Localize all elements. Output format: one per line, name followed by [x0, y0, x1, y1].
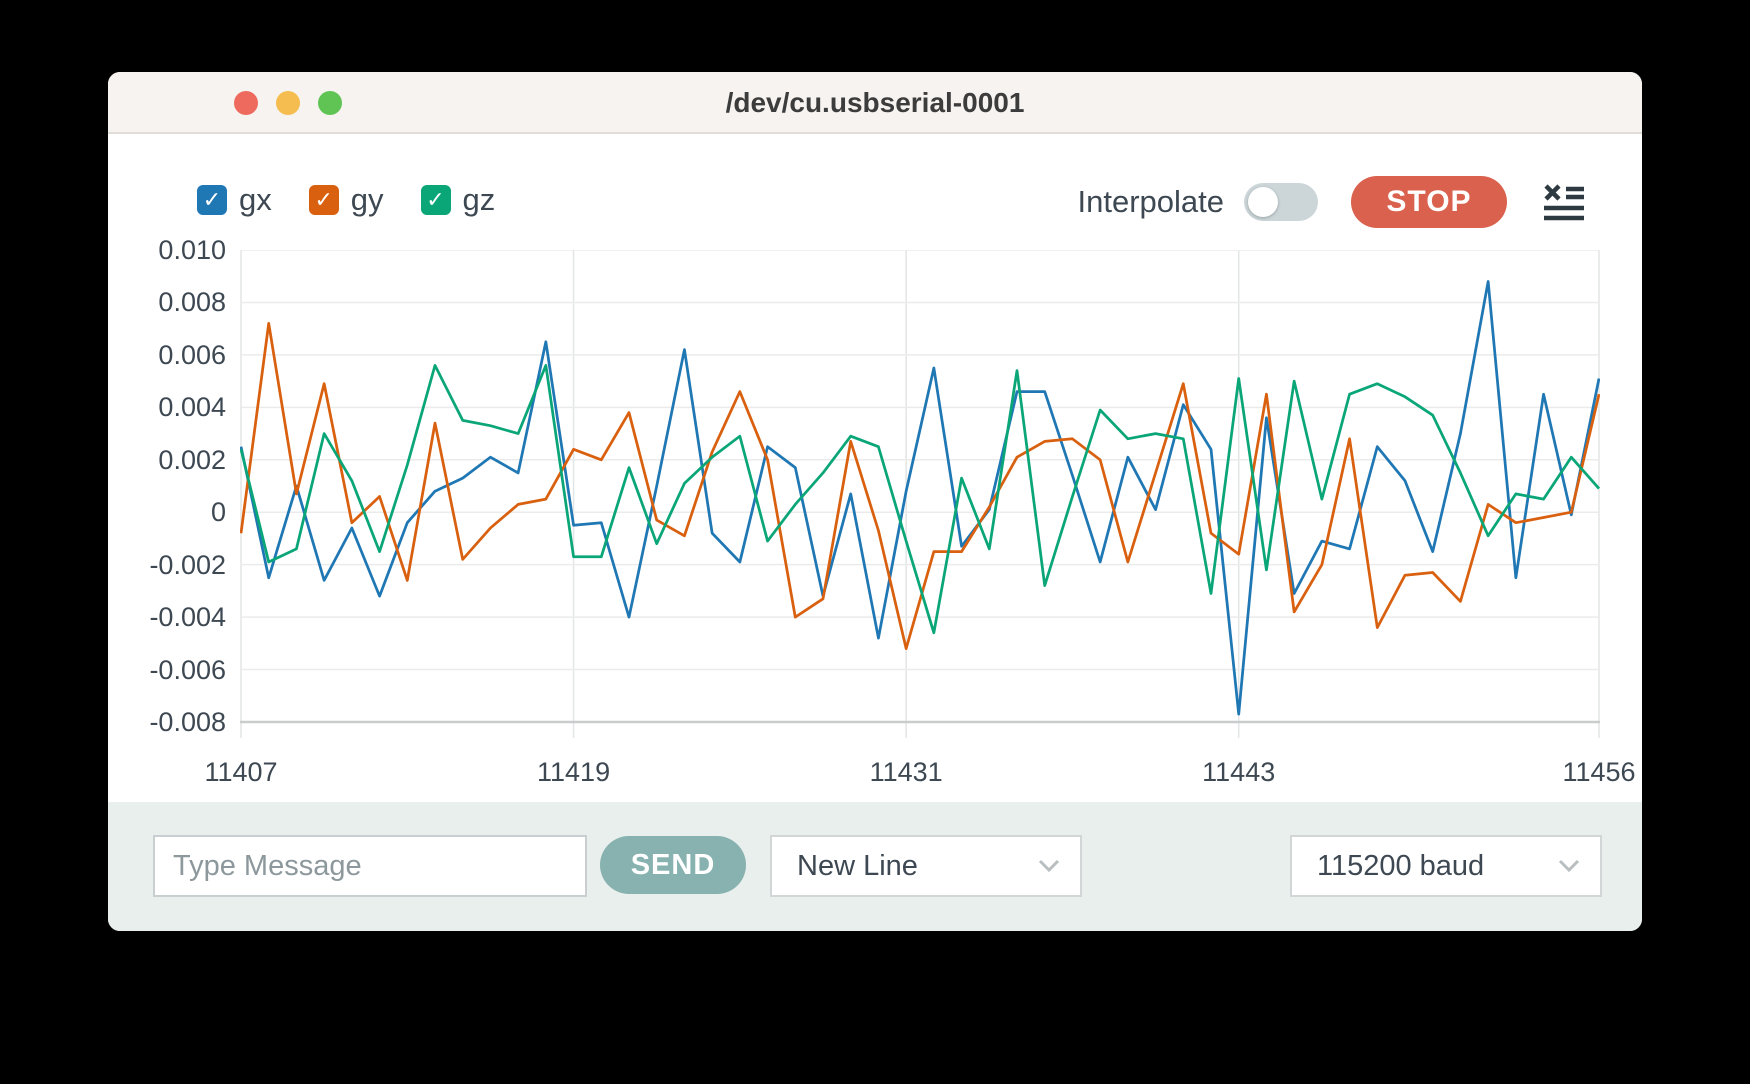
bottom-bar: SEND New Line 115200 baud: [108, 802, 1642, 931]
y-tick-label: 0: [126, 496, 226, 528]
series-toggle-gz[interactable]: ✓ gz: [421, 182, 496, 218]
y-tick-label: 0.006: [126, 339, 226, 371]
toggle-knob-icon: [1248, 187, 1278, 217]
x-tick-label: 11419: [514, 756, 634, 788]
app-window: /dev/cu.usbserial-0001 ✓ gx ✓ gy ✓ gz In…: [108, 72, 1642, 931]
series-toggle-group: ✓ gx ✓ gy ✓ gz: [197, 182, 532, 218]
line-ending-value: New Line: [797, 850, 1038, 883]
y-tick-label: -0.004: [126, 601, 226, 633]
baud-rate-select[interactable]: 115200 baud: [1290, 835, 1602, 897]
chart-canvas: [240, 250, 1600, 742]
x-tick-label: 11456: [1539, 756, 1659, 788]
x-tick-label: 11443: [1179, 756, 1299, 788]
y-tick-label: -0.006: [126, 654, 226, 686]
title-bar: /dev/cu.usbserial-0001: [108, 72, 1642, 134]
checkbox-gz[interactable]: ✓: [421, 185, 451, 215]
y-tick-label: 0.008: [126, 286, 226, 318]
stop-button[interactable]: STOP: [1351, 176, 1507, 228]
y-tick-label: 0.002: [126, 444, 226, 476]
line-ending-select[interactable]: New Line: [770, 835, 1082, 897]
x-tick-label: 11407: [181, 756, 301, 788]
y-tick-label: -0.002: [126, 549, 226, 581]
checkbox-label-gz: gz: [463, 182, 496, 218]
window-title: /dev/cu.usbserial-0001: [108, 72, 1642, 134]
checkbox-gy[interactable]: ✓: [309, 185, 339, 215]
send-button[interactable]: SEND: [600, 836, 746, 894]
chevron-down-icon: [1558, 859, 1580, 873]
toolbar: ✓ gx ✓ gy ✓ gz Interpolate STOP: [108, 136, 1642, 236]
interpolate-toggle[interactable]: [1244, 183, 1318, 221]
toolbar-right: Interpolate STOP: [1078, 176, 1586, 228]
x-tick-label: 11431: [846, 756, 966, 788]
checkbox-label-gy: gy: [351, 182, 384, 218]
y-tick-label: 0.010: [126, 234, 226, 266]
checkbox-label-gx: gx: [239, 182, 272, 218]
series-toggle-gy[interactable]: ✓ gy: [309, 182, 384, 218]
checkbox-gx[interactable]: ✓: [197, 185, 227, 215]
y-tick-label: 0.004: [126, 391, 226, 423]
baud-rate-value: 115200 baud: [1317, 850, 1558, 883]
y-tick-label: -0.008: [126, 706, 226, 738]
interpolate-label: Interpolate: [1078, 184, 1225, 220]
clear-list-icon[interactable]: [1543, 182, 1585, 222]
chevron-down-icon: [1038, 859, 1060, 873]
series-toggle-gx[interactable]: ✓ gx: [197, 182, 272, 218]
message-input[interactable]: [153, 835, 587, 897]
